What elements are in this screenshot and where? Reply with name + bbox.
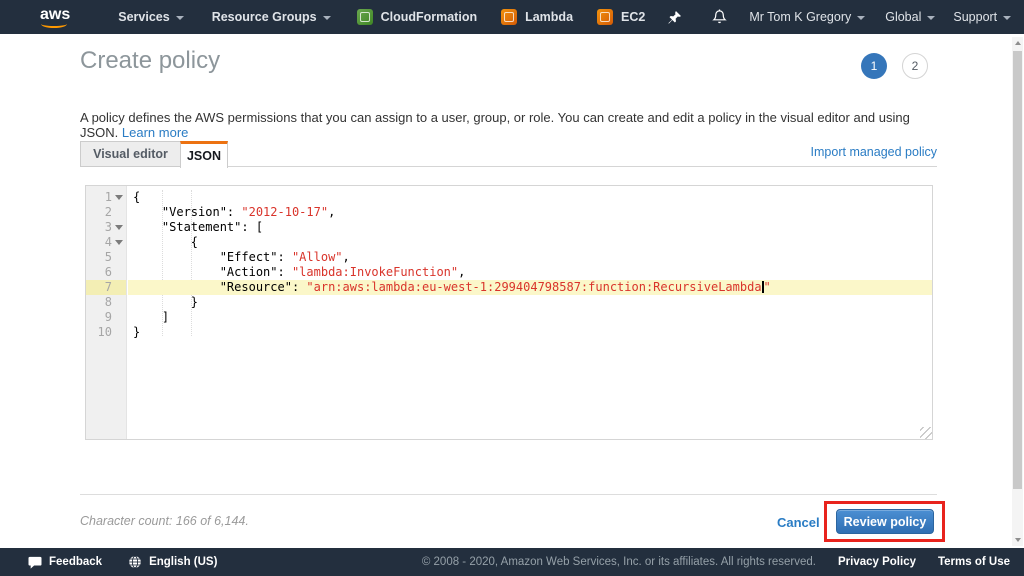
cancel-button[interactable]: Cancel <box>777 515 820 530</box>
code-line-8: } <box>128 295 932 310</box>
json-policy-editor[interactable]: 1 2 3 4 5 6 7 8 9 10 { "Version": "2012-… <box>85 185 933 440</box>
tab-visual-editor[interactable]: Visual editor <box>80 141 181 167</box>
speech-bubble-icon <box>28 556 42 569</box>
scrollbar-down-arrow[interactable] <box>1012 534 1023 546</box>
chevron-down-icon <box>1003 16 1011 20</box>
nav-services-label: Services <box>118 10 169 24</box>
nav-resource-groups-label: Resource Groups <box>212 10 317 24</box>
gutter-line-9: 9 <box>86 310 126 325</box>
nav-shortcut-ec2[interactable]: EC2 <box>597 9 645 25</box>
code-line-4: { <box>128 235 932 250</box>
lambda-icon <box>501 9 517 25</box>
copyright-text: © 2008 - 2020, Amazon Web Services, Inc.… <box>422 556 816 568</box>
ec2-icon <box>597 9 613 25</box>
code-line-9: ] <box>128 310 932 325</box>
import-managed-policy-link[interactable]: Import managed policy <box>811 145 937 159</box>
wizard-step-1-indicator: 1 <box>861 53 887 79</box>
page-title: Create policy <box>80 47 220 75</box>
tab-json[interactable]: JSON <box>180 141 228 168</box>
chevron-down-icon <box>176 16 184 20</box>
nav-services-menu[interactable]: Services <box>118 10 183 24</box>
region-label: Global <box>885 10 921 24</box>
nav-ec2-label: EC2 <box>621 10 645 24</box>
gutter-line-3: 3 <box>86 220 126 235</box>
editor-resize-grip[interactable] <box>920 427 932 439</box>
scrollbar-thumb[interactable] <box>1013 51 1022 489</box>
support-label: Support <box>953 10 997 24</box>
code-line-5: "Effect": "Allow", <box>128 250 932 265</box>
actions-divider <box>80 494 937 495</box>
code-line-3: "Statement": [ <box>128 220 932 235</box>
user-name-label: Mr Tom K Gregory <box>749 10 851 24</box>
pin-shortcuts-button[interactable] <box>667 10 682 25</box>
fold-arrow-icon[interactable] <box>115 195 123 200</box>
wizard-step-2-indicator: 2 <box>902 53 928 79</box>
language-button[interactable]: English (US) <box>128 555 217 569</box>
code-line-10: } <box>128 325 932 340</box>
nav-lambda-label: Lambda <box>525 10 573 24</box>
gutter-line-1: 1 <box>86 190 126 205</box>
feedback-button[interactable]: Feedback <box>28 556 102 569</box>
review-policy-button[interactable]: Review policy <box>836 509 934 534</box>
privacy-policy-link[interactable]: Privacy Policy <box>838 556 916 568</box>
gutter-line-10: 10 <box>86 325 126 340</box>
code-line-6: "Action": "lambda:InvokeFunction", <box>128 265 932 280</box>
pushpin-icon <box>667 10 682 25</box>
policy-description: A policy defines the AWS permissions tha… <box>80 110 940 140</box>
bell-icon <box>712 9 727 25</box>
gutter-line-7-active: 7 <box>86 280 126 295</box>
gutter-line-6: 6 <box>86 265 126 280</box>
gutter-line-4: 4 <box>86 235 126 250</box>
aws-logo[interactable]: aws <box>40 6 70 28</box>
fold-arrow-icon[interactable] <box>115 225 123 230</box>
chevron-down-icon <box>323 16 331 20</box>
nav-shortcut-cloudformation[interactable]: CloudFormation <box>357 9 478 25</box>
editor-gutter: 1 2 3 4 5 6 7 8 9 10 <box>86 186 127 439</box>
cloudformation-icon <box>357 9 373 25</box>
editor-code-area[interactable]: { "Version": "2012-10-17", "Statement": … <box>128 186 932 439</box>
code-line-7-active: "Resource": "arn:aws:lambda:eu-west-1:29… <box>128 280 932 295</box>
chevron-down-icon <box>857 16 865 20</box>
code-line-2: "Version": "2012-10-17", <box>128 205 932 220</box>
gutter-line-8: 8 <box>86 295 126 310</box>
terms-of-use-link[interactable]: Terms of Use <box>938 556 1010 568</box>
page-scrollbar[interactable] <box>1012 37 1023 546</box>
character-count: Character count: 166 of 6,144. <box>80 514 249 528</box>
scrollbar-up-arrow[interactable] <box>1012 37 1023 49</box>
learn-more-link[interactable]: Learn more <box>122 125 188 140</box>
aws-logo-smile <box>41 20 67 28</box>
footer-bar: Feedback English (US) © 2008 - 2020, Ama… <box>0 548 1024 576</box>
language-label: English (US) <box>149 556 217 568</box>
nav-shortcut-lambda[interactable]: Lambda <box>501 9 573 25</box>
globe-icon <box>128 555 142 569</box>
nav-cloudformation-label: CloudFormation <box>381 10 478 24</box>
code-line-1: { <box>128 190 932 205</box>
fold-arrow-icon[interactable] <box>115 240 123 245</box>
chevron-down-icon <box>927 16 935 20</box>
region-menu[interactable]: Global <box>885 10 935 24</box>
gutter-line-5: 5 <box>86 250 126 265</box>
policy-description-text: A policy defines the AWS permissions tha… <box>80 110 910 140</box>
gutter-line-2: 2 <box>86 205 126 220</box>
nav-resource-groups-menu[interactable]: Resource Groups <box>212 10 331 24</box>
support-menu[interactable]: Support <box>953 10 1011 24</box>
top-nav: aws Services Resource Groups CloudFormat… <box>0 0 1024 34</box>
user-menu[interactable]: Mr Tom K Gregory <box>749 10 865 24</box>
notifications-button[interactable] <box>712 9 727 25</box>
feedback-label: Feedback <box>49 556 102 568</box>
